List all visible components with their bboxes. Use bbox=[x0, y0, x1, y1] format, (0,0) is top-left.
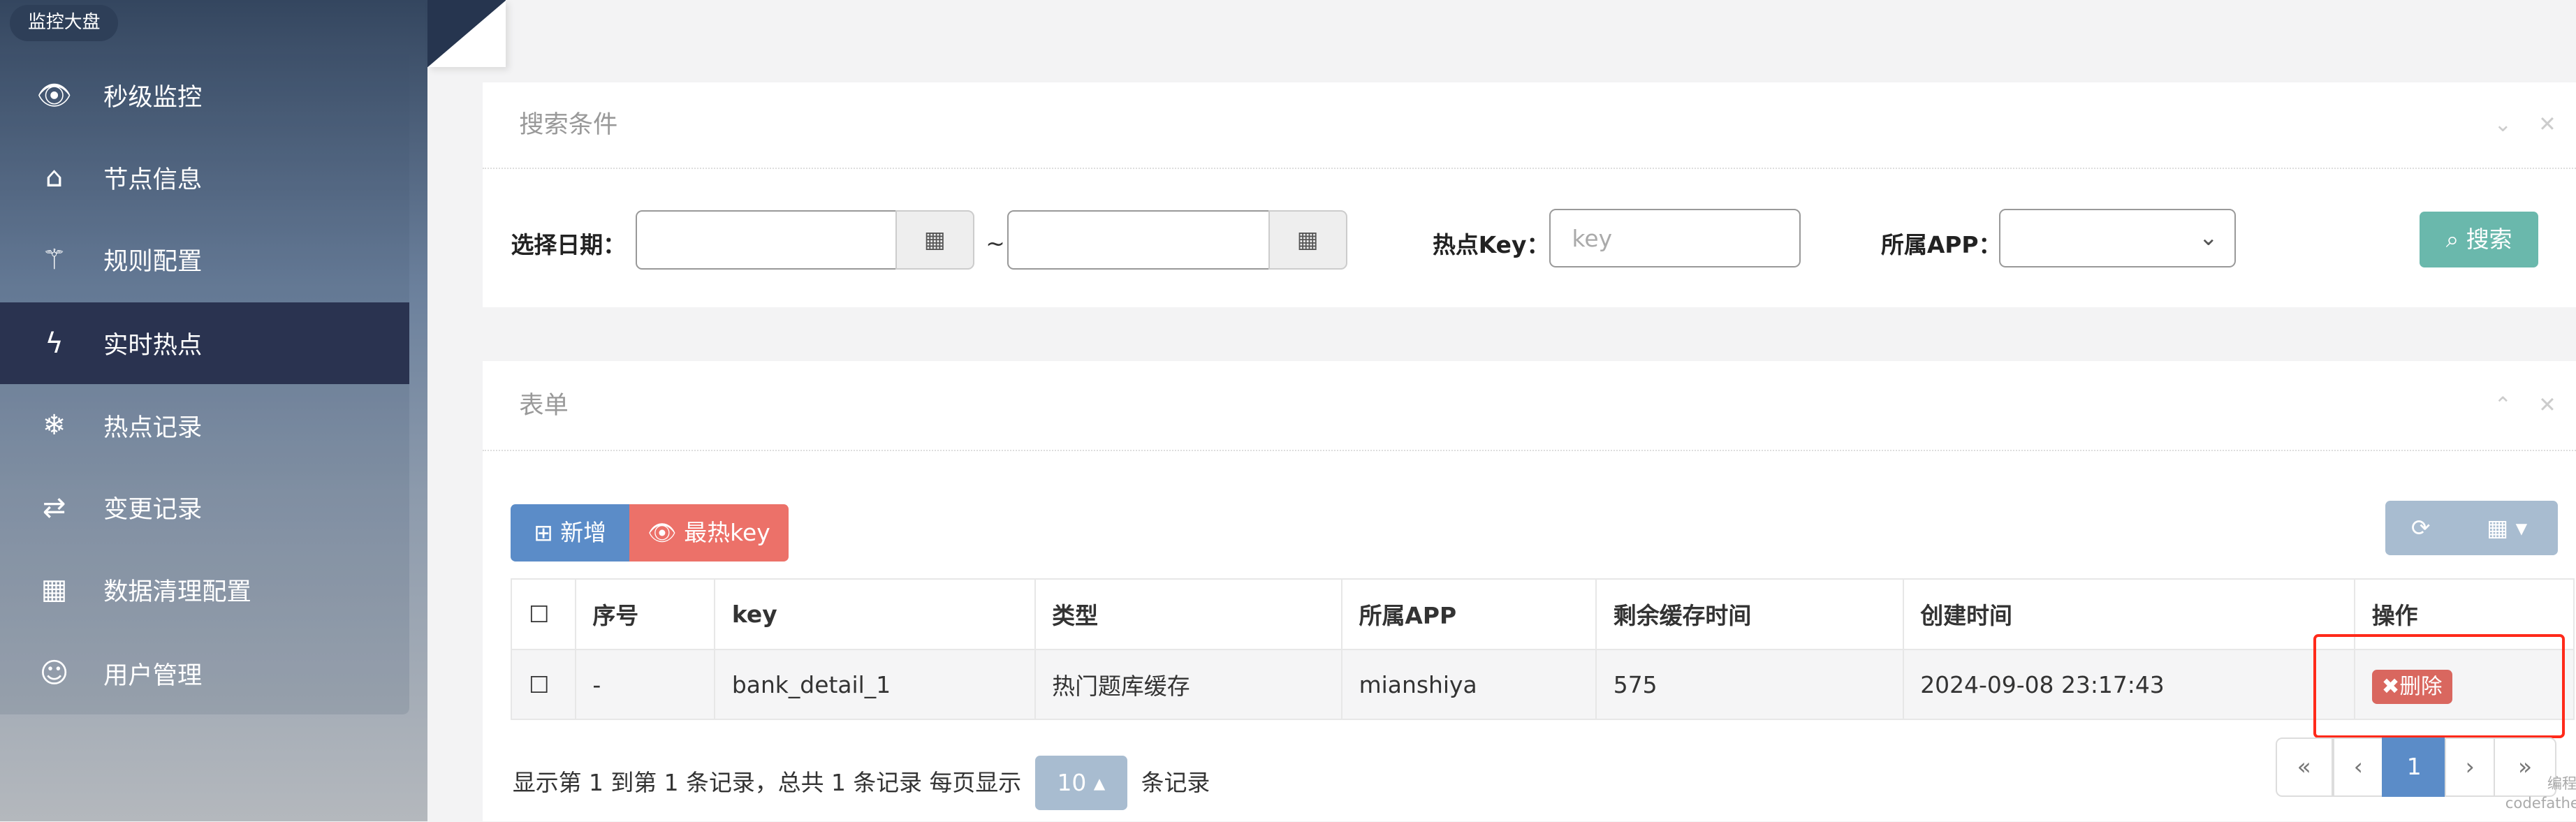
search-button[interactable]: ⌕ 搜索 bbox=[2420, 212, 2538, 268]
sidebar-item-node-info[interactable]: ⌂ 节点信息 bbox=[0, 136, 409, 219]
cell-created: 2024-09-08 23:17:43 bbox=[1902, 648, 2356, 721]
column-header[interactable]: key bbox=[714, 578, 1036, 650]
column-header[interactable]: 类型 bbox=[1034, 578, 1343, 650]
cell-index: - bbox=[574, 648, 716, 721]
calendar-icon[interactable]: ▦ bbox=[895, 210, 974, 270]
pagination-info: 显示第 1 到第 1 条记录，总共 1 条记录 每页显示 10 ▴ 条记录 bbox=[512, 755, 1210, 810]
first-page-button[interactable]: « bbox=[2275, 737, 2333, 797]
table-row: ☐ - bank_detail_1 热门题库缓存 mianshiya 575 2… bbox=[511, 648, 2575, 721]
sidebar-toggle[interactable] bbox=[427, 0, 506, 68]
panel-tools[interactable]: ⌄ ✕ bbox=[2494, 82, 2566, 168]
search-panel: 搜索条件 ⌄ ✕ bbox=[483, 82, 2576, 307]
start-date-input[interactable] bbox=[636, 210, 899, 270]
column-header[interactable]: 所属APP bbox=[1341, 578, 1597, 650]
sidebar-item-label: 节点信息 bbox=[103, 165, 203, 194]
select-all-checkbox[interactable]: ☐ bbox=[511, 578, 576, 650]
highlight-box bbox=[2313, 633, 2566, 738]
end-date-input[interactable] bbox=[1007, 210, 1272, 270]
app-label: 所属APP： bbox=[1881, 230, 2002, 258]
sidebar-item-label: 变更记录 bbox=[103, 495, 203, 524]
eye-icon: 👁 bbox=[36, 79, 72, 112]
cell-app: mianshiya bbox=[1341, 648, 1597, 721]
add-button-label: 新增 bbox=[560, 519, 607, 547]
columns-button[interactable]: ▦ ▾ bbox=[2456, 501, 2559, 555]
grid-icon: ▦ ▾ bbox=[2487, 514, 2528, 542]
snowflake-icon: ❄ bbox=[42, 409, 66, 442]
home-icon: ⌂ bbox=[45, 161, 64, 193]
calendar-icon[interactable]: ▦ bbox=[1268, 210, 1347, 270]
date-label: 选择日期： bbox=[511, 230, 627, 258]
cell-ttl: 575 bbox=[1595, 648, 1904, 721]
refresh-icon: ⟳ bbox=[2410, 514, 2431, 542]
bolt-icon: ϟ bbox=[45, 327, 64, 360]
search-button-label: 搜索 bbox=[2466, 226, 2512, 254]
sidebar-item-second-monitor[interactable]: 👁 秒级监控 bbox=[0, 54, 409, 137]
hot-key-label: 热点Key： bbox=[1432, 230, 1550, 258]
watermark-line2: codefather.cn bbox=[2505, 794, 2576, 812]
hottest-key-button[interactable]: 👁 最热key bbox=[629, 504, 789, 562]
retweet-icon: ⇄ bbox=[42, 491, 66, 524]
cell-key: bank_detail_1 bbox=[714, 648, 1036, 721]
table-panel-title: 表单 bbox=[519, 391, 569, 420]
column-header[interactable]: 序号 bbox=[574, 578, 716, 650]
row-checkbox[interactable]: ☐ bbox=[511, 648, 576, 721]
hot-key-input[interactable]: key bbox=[1549, 208, 1801, 268]
dashboard-badge[interactable]: 监控大盘 bbox=[10, 5, 119, 41]
hot-key-placeholder: key bbox=[1572, 224, 1613, 252]
data-table: ☐ 序号 key 类型 所属APP 剩余缓存时间 创建时间 操作 ☐ - ban… bbox=[511, 578, 2575, 721]
footer-suffix: 条记录 bbox=[1141, 768, 1210, 796]
cubes-icon: ▦ bbox=[41, 573, 68, 606]
page-size-select[interactable]: 10 ▴ bbox=[1035, 755, 1127, 810]
sidebar-item-realtime-hotspot[interactable]: ϟ 实时热点 bbox=[0, 302, 409, 385]
hottest-key-label: 最热key bbox=[684, 519, 770, 547]
watermark-line1: 编程导航 bbox=[2547, 774, 2576, 792]
sidebar: 监控大盘 👁 秒级监控 ⌂ 节点信息 ⚚ 规则配置 ϟ 实时热点 ❄ 热点记录 ⇄ 变更记录… bbox=[0, 0, 427, 821]
sidebar-item-label: 热点记录 bbox=[103, 413, 203, 442]
date-separator: ~ bbox=[986, 230, 1005, 258]
page-size-value: 10 bbox=[1057, 768, 1087, 796]
sidebar-item-label: 规则配置 bbox=[103, 247, 203, 277]
sidebar-item-label: 秒级监控 bbox=[103, 82, 203, 112]
app-select[interactable]: ⌄ bbox=[1999, 208, 2237, 268]
prev-page-button[interactable]: ‹ bbox=[2332, 737, 2384, 797]
sidebar-item-hotspot-records[interactable]: ❄ 热点记录 bbox=[0, 384, 409, 467]
add-button[interactable]: ⊞ 新增 bbox=[511, 504, 629, 562]
search-panel-title: 搜索条件 bbox=[519, 110, 618, 139]
sidebar-item-user-management[interactable]: ☺ 用户管理 bbox=[0, 633, 409, 715]
column-header[interactable]: 创建时间 bbox=[1902, 578, 2356, 650]
sidebar-item-data-cleanup[interactable]: ▦ 数据清理配置 bbox=[0, 549, 409, 631]
footer-text: 显示第 1 到第 1 条记录，总共 1 条记录 每页显示 bbox=[512, 768, 1022, 796]
sidebar-item-rule-config[interactable]: ⚚ 规则配置 bbox=[0, 219, 409, 301]
sidebar-item-label: 数据清理配置 bbox=[103, 577, 251, 606]
sidebar-item-label: 用户管理 bbox=[103, 661, 203, 690]
sidebar-item-label: 实时热点 bbox=[103, 331, 203, 360]
magic-wand-icon: ⚚ bbox=[41, 243, 67, 276]
table-header: ☐ 序号 key 类型 所属APP 剩余缓存时间 创建时间 操作 bbox=[511, 578, 2575, 650]
user-icon: ☺ bbox=[39, 657, 69, 690]
refresh-button[interactable]: ⟳ bbox=[2385, 501, 2457, 555]
next-page-button[interactable]: › bbox=[2444, 737, 2496, 797]
panel-tools[interactable]: ⌃ ✕ bbox=[2494, 361, 2566, 450]
cell-type: 热门题库缓存 bbox=[1034, 648, 1343, 721]
watermark: 编程导航 codefather.cn bbox=[2505, 774, 2576, 813]
column-header[interactable]: 剩余缓存时间 bbox=[1595, 578, 1904, 650]
sidebar-item-change-records[interactable]: ⇄ 变更记录 bbox=[0, 467, 409, 549]
current-page-button[interactable]: 1 bbox=[2382, 737, 2447, 797]
